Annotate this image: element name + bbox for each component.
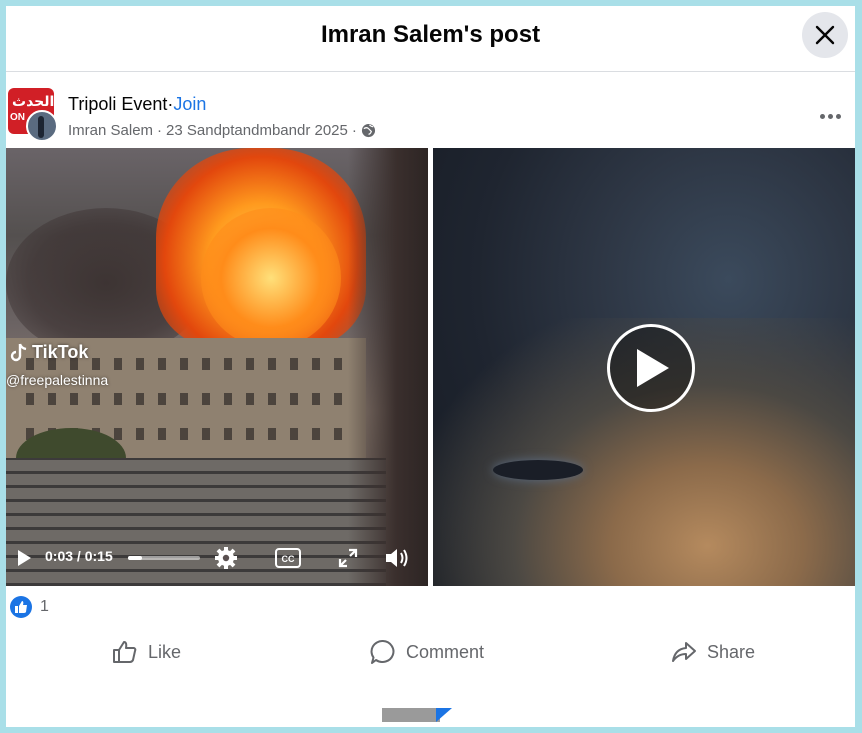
video-frame-edge bbox=[348, 148, 428, 586]
reaction-summary[interactable]: 1 bbox=[10, 596, 49, 618]
thumbs-up-icon bbox=[113, 641, 137, 663]
progress-fill bbox=[128, 556, 143, 560]
close-button[interactable] bbox=[802, 12, 848, 58]
fullscreen-icon bbox=[338, 548, 358, 568]
more-dot bbox=[835, 113, 841, 119]
like-button[interactable]: Like bbox=[112, 628, 181, 676]
group-line: Tripoli Event·Join bbox=[68, 94, 206, 115]
play-icon bbox=[18, 550, 31, 566]
fullscreen-button[interactable] bbox=[336, 546, 360, 570]
share-button[interactable]: Share bbox=[671, 628, 755, 676]
captions-button[interactable]: CC bbox=[274, 546, 302, 570]
more-options-button[interactable] bbox=[813, 104, 847, 128]
gear-icon bbox=[215, 547, 237, 569]
play-icon bbox=[637, 349, 669, 387]
video-frame-lion-eye bbox=[493, 460, 583, 480]
captions-label: CC bbox=[282, 554, 295, 564]
meta-separator-2: · bbox=[351, 122, 357, 139]
group-logo-text: الحدث bbox=[12, 94, 54, 110]
close-icon bbox=[815, 25, 835, 45]
post-date-link[interactable]: 23 Sandptandmbandr 2025 bbox=[166, 122, 348, 139]
media-grid: TikTok @freepalestinna 0:03 / 0:15 CC bbox=[6, 148, 855, 586]
partial-thumbnail-accent bbox=[436, 708, 452, 722]
tiktok-label: TikTok bbox=[32, 342, 89, 362]
comment-button[interactable]: Comment bbox=[370, 628, 484, 676]
video-time: 0:03 / 0:15 bbox=[45, 548, 113, 564]
video-controls: 0:03 / 0:15 CC bbox=[6, 538, 428, 578]
author-name-link[interactable]: Imran Salem bbox=[68, 122, 153, 139]
video-player-left[interactable]: TikTok @freepalestinna 0:03 / 0:15 CC bbox=[6, 148, 428, 586]
post-dialog: Imran Salem's post الحدث ON Tripoli Even… bbox=[6, 6, 855, 727]
meta-separator: · bbox=[157, 122, 163, 139]
tiktok-icon bbox=[10, 343, 27, 361]
tiktok-handle: @freepalestinna bbox=[6, 372, 109, 388]
dialog-header: Imran Salem's post bbox=[6, 6, 855, 72]
post-actions: Like Comment Share bbox=[6, 628, 855, 676]
current-time: 0:03 bbox=[45, 548, 74, 564]
progress-bar[interactable] bbox=[128, 556, 200, 560]
group-logo-sub: ON bbox=[10, 112, 25, 123]
like-label: Like bbox=[148, 641, 182, 662]
volume-icon bbox=[386, 549, 408, 567]
video-frame-fire-core bbox=[201, 208, 341, 348]
group-name-link[interactable]: Tripoli Event bbox=[68, 94, 167, 114]
tiktok-watermark: TikTok bbox=[10, 342, 88, 363]
author-avatar[interactable] bbox=[26, 110, 58, 142]
partial-thumbnail bbox=[382, 708, 440, 722]
duration: 0:15 bbox=[84, 548, 113, 564]
share-icon bbox=[672, 642, 696, 662]
video-player-right[interactable] bbox=[433, 148, 855, 586]
settings-button[interactable] bbox=[212, 544, 240, 572]
captions-icon: CC bbox=[275, 548, 301, 568]
comment-icon bbox=[370, 639, 395, 664]
comment-label: Comment bbox=[406, 641, 485, 662]
globe-icon bbox=[361, 123, 375, 138]
share-label: Share bbox=[707, 641, 756, 662]
join-link[interactable]: Join bbox=[173, 94, 206, 114]
play-button[interactable] bbox=[12, 548, 36, 568]
dialog-title: Imran Salem's post bbox=[320, 21, 541, 48]
time-separator: / bbox=[73, 548, 85, 564]
post-header: الحدث ON Tripoli Event·Join Imran Salem … bbox=[6, 84, 855, 144]
more-dot bbox=[819, 113, 825, 119]
volume-button[interactable] bbox=[382, 544, 412, 572]
more-dot bbox=[827, 113, 833, 119]
reaction-count: 1 bbox=[40, 598, 49, 615]
like-reaction-icon bbox=[10, 596, 32, 618]
post-meta: Imran Salem · 23 Sandptandmbandr 2025 · bbox=[68, 122, 376, 139]
play-overlay-button[interactable] bbox=[607, 324, 695, 412]
